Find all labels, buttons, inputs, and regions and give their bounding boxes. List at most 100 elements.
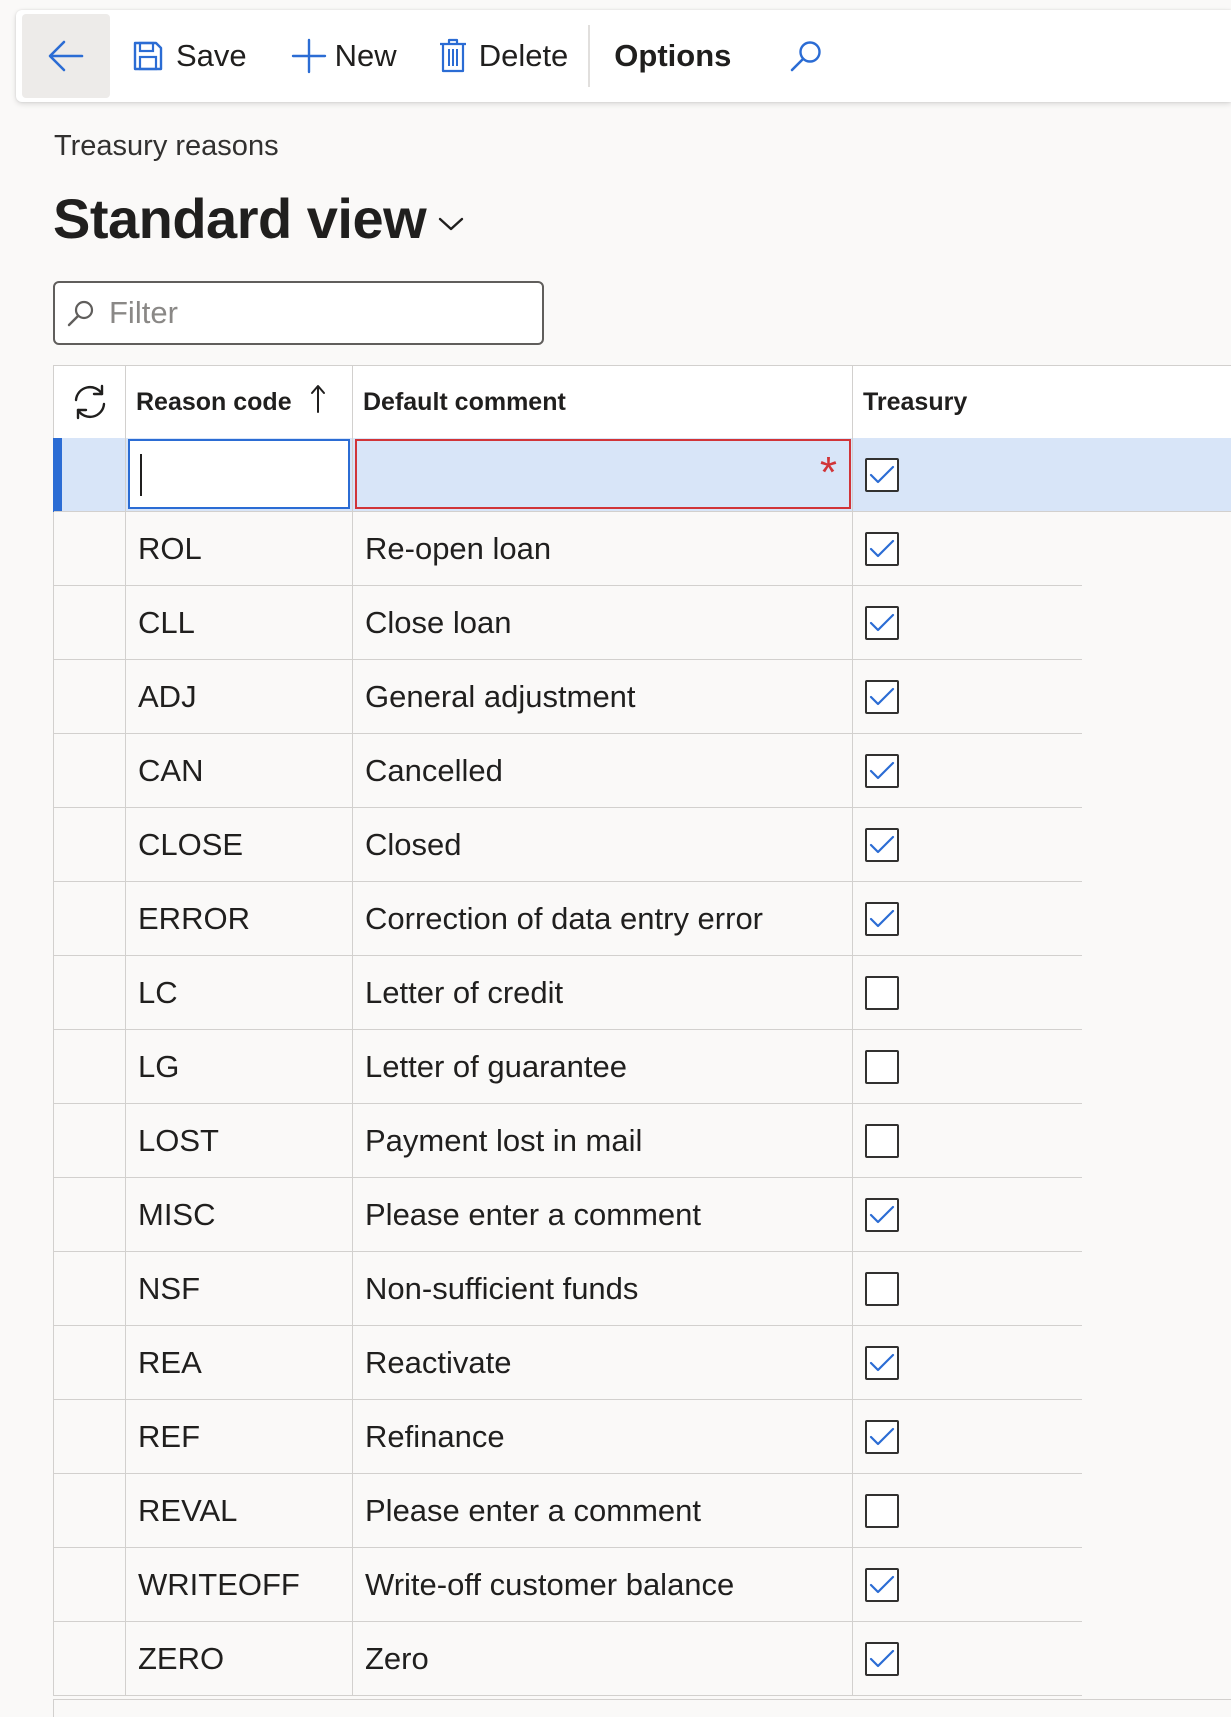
treasury-checkbox[interactable] xyxy=(865,1197,899,1232)
treasury-checkbox[interactable] xyxy=(865,1419,899,1454)
treasury-checkbox[interactable] xyxy=(865,901,899,936)
default-comment-cell[interactable]: Zero xyxy=(353,1622,853,1696)
default-comment-cell[interactable]: Re-open loan xyxy=(353,512,853,586)
table-row[interactable]: CLOSE Closed xyxy=(53,808,1231,882)
reason-code-cell[interactable]: ZERO xyxy=(126,1622,353,1696)
table-row[interactable]: CLL Close loan xyxy=(53,586,1231,660)
treasury-checkbox[interactable] xyxy=(865,753,899,788)
row-selector[interactable] xyxy=(54,1178,126,1252)
treasury-checkbox[interactable] xyxy=(865,1271,899,1306)
default-comment-cell[interactable]: Non-sufficient funds xyxy=(353,1252,853,1326)
treasury-checkbox[interactable] xyxy=(865,679,899,714)
treasury-checkbox[interactable] xyxy=(865,1123,899,1158)
reason-code-cell[interactable]: REF xyxy=(126,1400,353,1474)
row-selector[interactable] xyxy=(54,882,126,956)
row-selector[interactable] xyxy=(54,1326,126,1400)
reason-code-cell[interactable]: CAN xyxy=(126,734,353,808)
table-row[interactable]: WRITEOFF Write-off customer balance xyxy=(53,1548,1231,1622)
row-selector[interactable] xyxy=(54,956,126,1030)
row-selector[interactable] xyxy=(54,438,126,512)
reason-code-cell[interactable] xyxy=(126,438,353,512)
column-header-treasury[interactable]: Treasury xyxy=(853,366,1231,438)
column-header-reason-code[interactable]: Reason code xyxy=(126,366,353,438)
back-button[interactable] xyxy=(22,14,110,98)
options-button[interactable]: Options xyxy=(614,14,731,98)
default-comment-input[interactable] xyxy=(357,441,849,507)
default-comment-cell[interactable]: Letter of guarantee xyxy=(353,1030,853,1104)
default-comment-cell[interactable]: Correction of data entry error xyxy=(353,882,853,956)
treasury-checkbox[interactable] xyxy=(865,975,899,1010)
default-comment-cell[interactable]: Close loan xyxy=(353,586,853,660)
column-header-default-comment[interactable]: Default comment xyxy=(353,366,853,438)
default-comment-cell[interactable]: Reactivate xyxy=(353,1326,853,1400)
reason-code-cell[interactable]: REVAL xyxy=(126,1474,353,1548)
default-comment-cell[interactable]: Closed xyxy=(353,808,853,882)
table-row[interactable]: LG Letter of guarantee xyxy=(53,1030,1231,1104)
view-selector[interactable]: Standard view xyxy=(53,186,464,251)
reason-code-input[interactable] xyxy=(130,441,348,507)
table-row[interactable]: ERROR Correction of data entry error xyxy=(53,882,1231,956)
reason-code-cell[interactable]: CLOSE xyxy=(126,808,353,882)
filter-box[interactable] xyxy=(53,281,544,345)
row-selector[interactable] xyxy=(54,1030,126,1104)
default-comment-cell[interactable]: Letter of credit xyxy=(353,956,853,1030)
treasury-checkbox[interactable] xyxy=(865,1641,899,1676)
reason-code-cell[interactable]: CLL xyxy=(126,586,353,660)
row-selector[interactable] xyxy=(54,734,126,808)
default-comment-cell[interactable]: Refinance xyxy=(353,1400,853,1474)
reason-code-cell[interactable]: WRITEOFF xyxy=(126,1548,353,1622)
table-row[interactable]: ROL Re-open loan xyxy=(53,512,1231,586)
delete-button[interactable]: Delete xyxy=(439,14,568,98)
default-comment-cell[interactable]: Please enter a comment xyxy=(353,1474,853,1548)
row-selector[interactable] xyxy=(54,660,126,734)
default-comment-cell[interactable]: Write-off customer balance xyxy=(353,1548,853,1622)
treasury-checkbox[interactable] xyxy=(865,827,899,862)
view-title[interactable]: Standard view xyxy=(53,186,427,251)
table-row[interactable]: MISC Please enter a comment xyxy=(53,1178,1231,1252)
treasury-checkbox[interactable] xyxy=(865,605,899,640)
row-selector[interactable] xyxy=(54,1474,126,1548)
row-selector[interactable] xyxy=(54,1252,126,1326)
treasury-checkbox[interactable] xyxy=(865,457,899,492)
reason-code-input-frame[interactable] xyxy=(128,439,350,509)
row-selector[interactable] xyxy=(54,1548,126,1622)
table-row[interactable]: REA Reactivate xyxy=(53,1326,1231,1400)
default-comment-input-frame[interactable]: * xyxy=(355,439,851,509)
row-selector[interactable] xyxy=(54,1104,126,1178)
filter-input[interactable] xyxy=(107,294,511,332)
table-row[interactable]: REF Refinance xyxy=(53,1400,1231,1474)
default-comment-cell[interactable]: General adjustment xyxy=(353,660,853,734)
reason-code-cell[interactable]: NSF xyxy=(126,1252,353,1326)
table-row[interactable]: ADJ General adjustment xyxy=(53,660,1231,734)
default-comment-cell[interactable]: Payment lost in mail xyxy=(353,1104,853,1178)
table-row[interactable]: LC Letter of credit xyxy=(53,956,1231,1030)
reason-code-cell[interactable]: ADJ xyxy=(126,660,353,734)
search-button[interactable] xyxy=(789,14,823,98)
chevron-down-icon[interactable] xyxy=(438,216,464,232)
row-selector[interactable] xyxy=(54,808,126,882)
default-comment-cell[interactable]: Please enter a comment xyxy=(353,1178,853,1252)
new-row[interactable]: * xyxy=(53,438,1231,512)
refresh-button[interactable] xyxy=(54,366,126,438)
table-row[interactable]: LOST Payment lost in mail xyxy=(53,1104,1231,1178)
reason-code-cell[interactable]: MISC xyxy=(126,1178,353,1252)
row-selector[interactable] xyxy=(54,1400,126,1474)
reason-code-cell[interactable]: LC xyxy=(126,956,353,1030)
reason-code-cell[interactable]: REA xyxy=(126,1326,353,1400)
row-selector[interactable] xyxy=(54,586,126,660)
table-row[interactable]: ZERO Zero xyxy=(53,1622,1231,1696)
table-row[interactable]: CAN Cancelled xyxy=(53,734,1231,808)
save-button[interactable]: Save xyxy=(132,14,247,98)
reason-code-cell[interactable]: LOST xyxy=(126,1104,353,1178)
default-comment-cell[interactable]: * xyxy=(353,438,853,512)
table-row[interactable]: NSF Non-sufficient funds xyxy=(53,1252,1231,1326)
treasury-checkbox[interactable] xyxy=(865,1049,899,1084)
treasury-checkbox[interactable] xyxy=(865,1493,899,1528)
treasury-checkbox[interactable] xyxy=(865,1345,899,1380)
new-button[interactable]: New xyxy=(291,14,397,98)
reason-code-cell[interactable]: ERROR xyxy=(126,882,353,956)
table-row[interactable]: REVAL Please enter a comment xyxy=(53,1474,1231,1548)
default-comment-cell[interactable]: Cancelled xyxy=(353,734,853,808)
treasury-checkbox[interactable] xyxy=(865,1567,899,1602)
reason-code-cell[interactable]: LG xyxy=(126,1030,353,1104)
